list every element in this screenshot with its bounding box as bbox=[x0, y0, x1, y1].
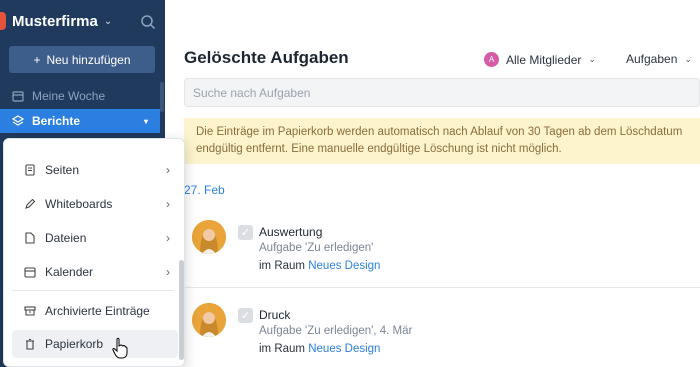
entry-subtitle: Aufgabe 'Zu erledigen' bbox=[259, 242, 374, 254]
entry-title: Druck bbox=[259, 308, 291, 322]
chevron-right-icon: › bbox=[166, 265, 170, 279]
task-checkbox[interactable]: ✓ bbox=[238, 308, 253, 323]
avatar: A bbox=[484, 52, 499, 67]
archive-icon bbox=[24, 306, 36, 316]
sidebar-item-reports[interactable]: Berichte ▾ bbox=[0, 109, 160, 133]
room-link[interactable]: Neues Design bbox=[308, 260, 380, 272]
menu-item-trash[interactable]: Papierkorb bbox=[12, 330, 178, 358]
reports-dropdown-menu: Seiten › Whiteboards › Dateien › Kalende… bbox=[3, 138, 185, 367]
logo bbox=[0, 12, 6, 30]
chevron-down-icon: ⌄ bbox=[588, 54, 596, 64]
sidebar-item-label: Berichte bbox=[32, 114, 81, 128]
calendar-icon bbox=[24, 267, 36, 278]
hand-cursor-icon bbox=[112, 337, 128, 359]
trash-notice: Die Einträge im Papierkorb werden automa… bbox=[184, 118, 700, 164]
menu-item-files[interactable]: Dateien › bbox=[12, 224, 178, 252]
date-group-label: 27. Feb bbox=[184, 183, 225, 197]
entry-room: im Raum Neues Design bbox=[259, 343, 380, 355]
menu-item-label: Archivierte Einträge bbox=[45, 304, 150, 318]
search-input[interactable]: Suche nach Aufgaben bbox=[184, 78, 700, 107]
menu-item-label: Dateien bbox=[45, 231, 87, 245]
menu-item-archived[interactable]: Archivierte Einträge bbox=[12, 297, 178, 325]
sidebar-item-label: Meine Woche bbox=[32, 89, 106, 103]
list-item[interactable]: ✓ Auswertung Aufgabe 'Zu erledigen' im R… bbox=[184, 210, 700, 288]
chevron-right-icon: › bbox=[166, 197, 170, 211]
avatar bbox=[192, 303, 226, 337]
page-title: Gelöschte Aufgaben bbox=[184, 48, 349, 67]
chevron-down-icon: ⌄ bbox=[103, 16, 113, 27]
menu-scrollbar[interactable] bbox=[179, 260, 184, 360]
task-checkbox[interactable]: ✓ bbox=[238, 225, 253, 240]
sidebar-item-my-week[interactable]: Meine Woche bbox=[0, 84, 160, 108]
menu-item-label: Whiteboards bbox=[45, 197, 113, 211]
pen-icon bbox=[25, 198, 36, 209]
search-placeholder: Suche nach Aufgaben bbox=[193, 85, 311, 100]
search-icon[interactable] bbox=[140, 14, 156, 30]
menu-item-whiteboards[interactable]: Whiteboards › bbox=[12, 190, 178, 218]
menu-item-label: Papierkorb bbox=[45, 337, 104, 351]
entry-subtitle: Aufgabe 'Zu erledigen', 4. Mär bbox=[259, 325, 413, 337]
menu-divider bbox=[12, 290, 174, 291]
file-icon bbox=[25, 232, 35, 244]
type-filter-label: Aufgaben bbox=[626, 52, 678, 66]
workspace-name: Musterfirma bbox=[12, 13, 98, 30]
chevron-down-icon: ⌄ bbox=[684, 53, 692, 64]
room-prefix: im Raum bbox=[259, 260, 306, 272]
page-icon bbox=[25, 164, 35, 176]
member-filter-dropdown[interactable]: A Alle Mitglieder ⌄ bbox=[484, 52, 596, 67]
calendar-icon bbox=[12, 91, 24, 102]
member-filter-label: Alle Mitglieder bbox=[506, 52, 582, 67]
plus-icon: + bbox=[33, 52, 41, 67]
menu-item-pages[interactable]: Seiten › bbox=[12, 156, 178, 184]
add-new-button[interactable]: + Neu hinzufügen bbox=[9, 46, 155, 73]
caret-down-icon: ▾ bbox=[143, 116, 148, 126]
menu-item-calendar[interactable]: Kalender › bbox=[12, 258, 178, 286]
avatar bbox=[192, 220, 226, 254]
add-new-label: Neu hinzufügen bbox=[46, 52, 131, 67]
trash-icon bbox=[26, 338, 34, 350]
chevron-right-icon: › bbox=[166, 163, 170, 177]
entry-title: Auswertung bbox=[259, 225, 323, 239]
menu-item-label: Seiten bbox=[45, 163, 80, 177]
workspace-switcher[interactable]: Musterfirma ⌄ bbox=[12, 13, 112, 30]
chevron-right-icon: › bbox=[166, 231, 170, 245]
entry-room: im Raum Neues Design bbox=[259, 260, 380, 272]
room-prefix: im Raum bbox=[259, 343, 306, 355]
room-link[interactable]: Neues Design bbox=[308, 343, 380, 355]
layers-icon bbox=[12, 115, 24, 126]
list-item[interactable]: ✓ Druck Aufgabe 'Zu erledigen', 4. Mär i… bbox=[184, 293, 700, 367]
sidebar-scrollbar[interactable] bbox=[160, 82, 164, 112]
menu-item-label: Kalender bbox=[45, 265, 94, 279]
type-filter-dropdown[interactable]: Aufgaben ⌄ bbox=[626, 52, 692, 66]
